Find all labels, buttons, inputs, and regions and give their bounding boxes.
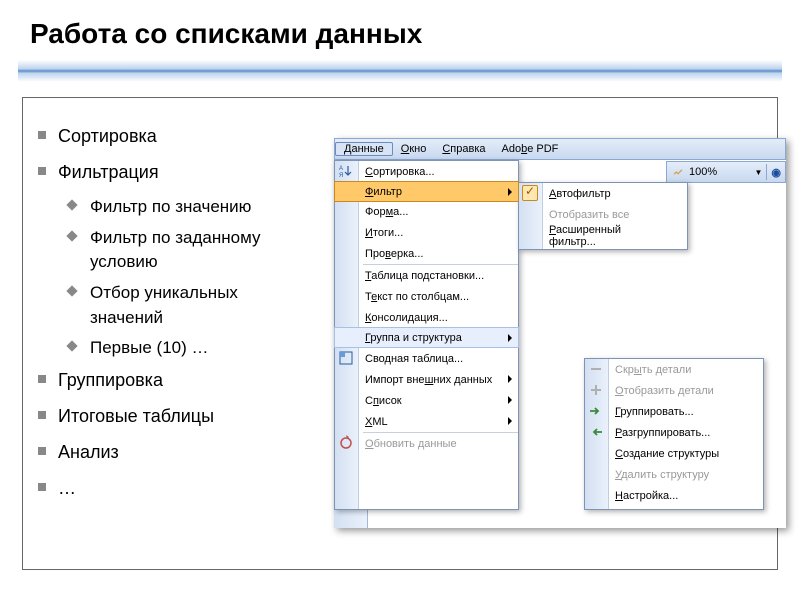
refresh-icon — [338, 435, 354, 451]
bullet-filter-unique: Отбор уникальных значений — [58, 281, 288, 330]
svg-text:A: A — [339, 166, 343, 172]
submenu-advanced-label: Расширенный фильтр... — [549, 224, 667, 248]
divider — [18, 60, 782, 82]
menu-sort[interactable]: AЯ Сортировка... — [335, 161, 518, 182]
dropdown-icon[interactable]: ▼ — [754, 168, 762, 177]
menu-refresh-label: Обновить данные — [365, 438, 457, 450]
menu-group-structure[interactable]: Группа и структура — [334, 327, 519, 348]
menu-xml-label: XML — [365, 416, 388, 428]
menu-totals[interactable]: Итоги... — [335, 222, 518, 243]
submenu-autofilter[interactable]: Автофильтр — [519, 183, 687, 204]
minus-icon — [588, 361, 604, 377]
menu-list-label: Список — [365, 395, 402, 407]
menu-group-label: Группа и структура — [365, 332, 462, 344]
slide: Работа со списками данных Сортировка Фил… — [0, 0, 800, 600]
excel-menu-screenshot: Данные Окно Справка Adobe PDF 100% ▼ ◉ A… — [334, 138, 786, 528]
bullet-filter-cond: Фильтр по заданному условию — [58, 226, 288, 275]
submenu-ungroup-label: Разгруппировать... — [615, 427, 710, 439]
menu-filter-label: Фильтр — [365, 186, 402, 198]
menu-lookup-label: Таблица подстановки... — [365, 270, 484, 282]
submenu-advanced[interactable]: Расширенный фильтр... — [519, 225, 687, 246]
menu-pivot-label: Сводная таблица... — [365, 353, 463, 365]
menubar-window[interactable]: Окно — [393, 143, 435, 155]
submenu-showall[interactable]: Отобразить все — [519, 204, 687, 225]
menu-refresh[interactable]: Обновить данные — [335, 433, 518, 454]
submenu-hide-details[interactable]: Скрыть детали — [585, 359, 763, 380]
submenu-arrow-icon — [508, 188, 512, 196]
submenu-arrow-icon — [508, 396, 512, 404]
filter-submenu: Автофильтр Отобразить все Расширенный фи… — [518, 182, 688, 250]
menubar-adobe[interactable]: Adobe PDF — [494, 143, 567, 155]
menu-form-label: Форма... — [365, 206, 408, 218]
menu-import[interactable]: Импорт внешних данных — [335, 369, 518, 390]
submenu-ungroup[interactable]: Разгруппировать... — [585, 422, 763, 443]
submenu-showall-label: Отобразить все — [549, 209, 629, 221]
ungroup-icon — [588, 424, 604, 440]
data-menu: AЯ Сортировка... Фильтр Форма... Итоги..… — [334, 160, 519, 510]
submenu-autofilter-label: Автофильтр — [549, 188, 611, 200]
svg-text:Я: Я — [339, 173, 343, 179]
check-icon — [522, 185, 538, 201]
slide-title: Работа со списками данных — [0, 0, 800, 60]
submenu-show-details[interactable]: Отобразить детали — [585, 380, 763, 401]
menubar-help[interactable]: Справка — [434, 143, 493, 155]
submenu-hide-label: Скрыть детали — [615, 364, 691, 376]
submenu-delete-outline[interactable]: Удалить структуру — [585, 464, 763, 485]
hand-icon[interactable] — [671, 165, 685, 179]
submenu-delete-label: Удалить структуру — [615, 469, 709, 481]
group-submenu: Скрыть детали Отобразить детали Группиро… — [584, 358, 764, 510]
zoom-value[interactable]: 100% — [689, 166, 750, 178]
group-icon — [588, 403, 604, 419]
submenu-create-label: Создание структуры — [615, 448, 719, 460]
submenu-arrow-icon — [508, 375, 512, 383]
menu-validation[interactable]: Проверка... — [335, 243, 518, 264]
menu-pivot[interactable]: Сводная таблица... — [335, 348, 518, 369]
submenu-show-label: Отобразить детали — [615, 385, 714, 397]
menu-list[interactable]: Список — [335, 390, 518, 411]
menu-validation-label: Проверка... — [365, 248, 423, 260]
menu-consolidate[interactable]: Консолидация... — [335, 307, 518, 328]
submenu-settings-label: Настройка... — [615, 490, 678, 502]
pivot-icon — [338, 350, 354, 366]
menu-consolidate-label: Консолидация... — [365, 312, 448, 324]
help-icon[interactable]: ◉ — [771, 166, 781, 179]
menu-import-label: Импорт внешних данных — [365, 374, 492, 386]
submenu-create-outline[interactable]: Создание структуры — [585, 443, 763, 464]
submenu-settings[interactable]: Настройка... — [585, 485, 763, 506]
menu-textcols-label: Текст по столбцам... — [365, 291, 469, 303]
menu-totals-label: Итоги... — [365, 227, 403, 239]
menubar-data[interactable]: Данные — [335, 142, 393, 156]
plus-icon — [588, 382, 604, 398]
menu-form[interactable]: Форма... — [335, 201, 518, 222]
menu-xml[interactable]: XML — [335, 411, 518, 432]
menu-sort-label: Сортировка... — [365, 166, 435, 178]
submenu-group-label: Группировать... — [615, 406, 694, 418]
sort-icon: AЯ — [338, 163, 354, 179]
submenu-group[interactable]: Группировать... — [585, 401, 763, 422]
menubar: Данные Окно Справка Adobe PDF — [334, 138, 786, 160]
submenu-arrow-icon — [508, 417, 512, 425]
submenu-arrow-icon — [508, 334, 512, 342]
menu-textcols[interactable]: Текст по столбцам... — [335, 286, 518, 307]
toolbar: 100% ▼ ◉ — [666, 161, 786, 183]
menu-lookup[interactable]: Таблица подстановки... — [335, 265, 518, 286]
menu-filter[interactable]: Фильтр — [334, 181, 519, 202]
